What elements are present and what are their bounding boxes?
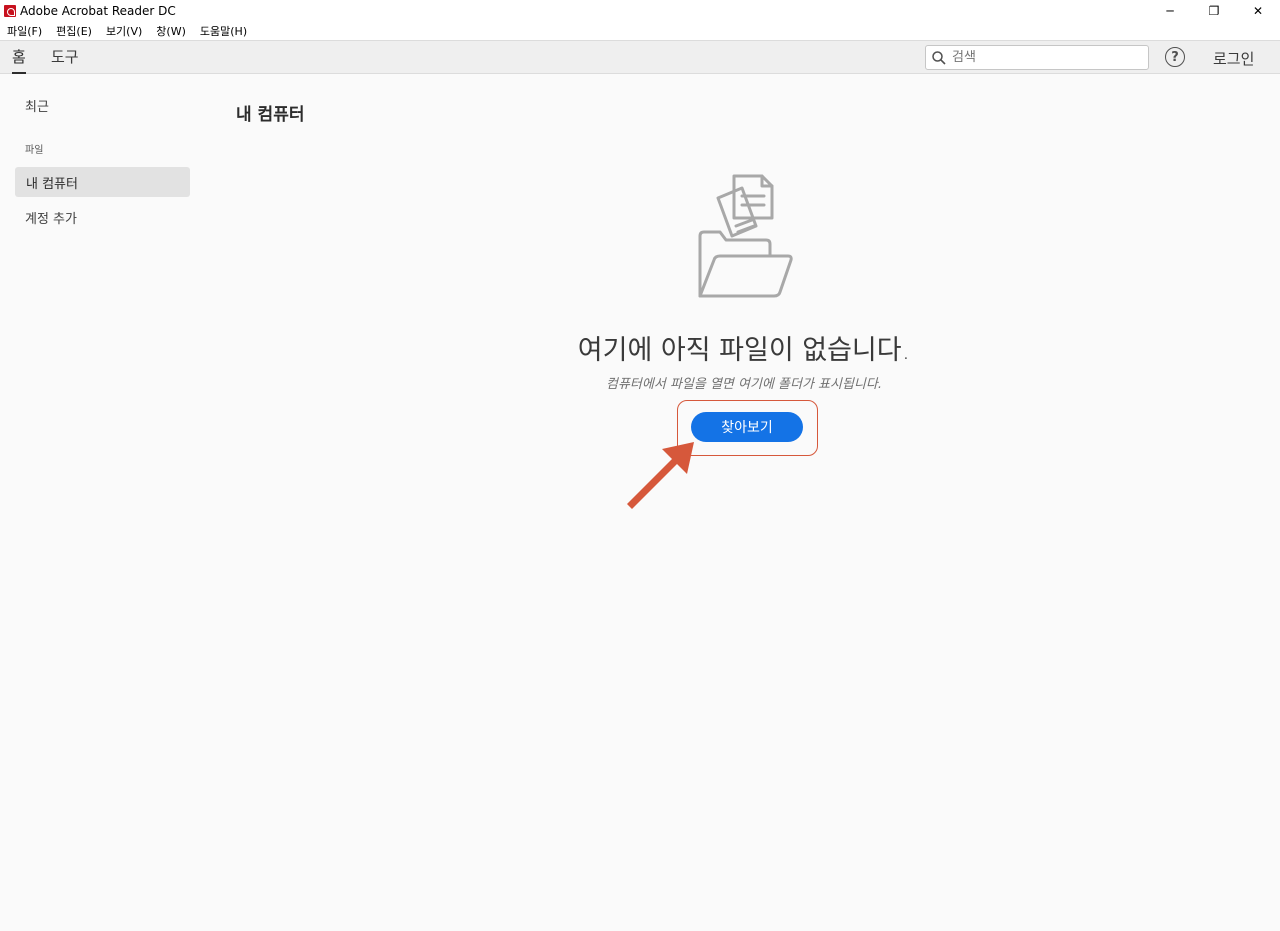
menu-bar: 파일(F) 편집(E) 보기(V) 창(W) 도움말(H): [0, 21, 1280, 40]
page-title: 내 컴퓨터: [236, 105, 305, 125]
minimize-button[interactable]: ─: [1148, 0, 1192, 21]
close-button[interactable]: ✕: [1236, 0, 1280, 21]
help-icon[interactable]: ?: [1165, 47, 1185, 67]
search-icon: [932, 50, 946, 65]
menu-help[interactable]: 도움말(H): [200, 23, 247, 39]
sidebar-item-recent[interactable]: 최근: [25, 96, 49, 115]
folder-document-icon: [698, 174, 793, 298]
search-box[interactable]: [925, 45, 1149, 70]
menu-view[interactable]: 보기(V): [106, 23, 142, 39]
window-controls: ─ ❐ ✕: [1148, 0, 1280, 21]
search-input[interactable]: [952, 50, 1142, 65]
sidebar-section-files: 파일: [25, 145, 44, 156]
acrobat-logo-icon: [4, 4, 16, 17]
top-toolbar: 홈 도구 ? 로그인: [0, 40, 1280, 74]
sidebar: 최근 파일 내 컴퓨터 계정 추가: [0, 74, 200, 931]
restore-button[interactable]: ❐: [1192, 0, 1236, 21]
window-title: Adobe Acrobat Reader DC: [20, 3, 176, 18]
tab-tools[interactable]: 도구: [51, 46, 79, 72]
browse-button[interactable]: 찾아보기: [691, 412, 803, 442]
menu-file[interactable]: 파일(F): [7, 23, 42, 39]
sidebar-item-my-computer[interactable]: 내 컴퓨터: [15, 167, 190, 197]
title-bar: Adobe Acrobat Reader DC ─ ❐ ✕: [0, 0, 1280, 21]
empty-state-subtitle: 컴퓨터에서 파일을 열면 여기에 폴더가 표시됩니다.: [606, 377, 882, 392]
menu-edit[interactable]: 편집(E): [56, 23, 92, 39]
login-button[interactable]: 로그인: [1213, 48, 1254, 69]
empty-state-title: 여기에 아직 파일이 없습니다.: [577, 335, 911, 366]
sidebar-item-add-account[interactable]: 계정 추가: [25, 208, 77, 227]
annotation-arrow-icon: [627, 442, 694, 509]
menu-window[interactable]: 창(W): [156, 23, 186, 39]
tab-home[interactable]: 홈: [12, 46, 26, 74]
